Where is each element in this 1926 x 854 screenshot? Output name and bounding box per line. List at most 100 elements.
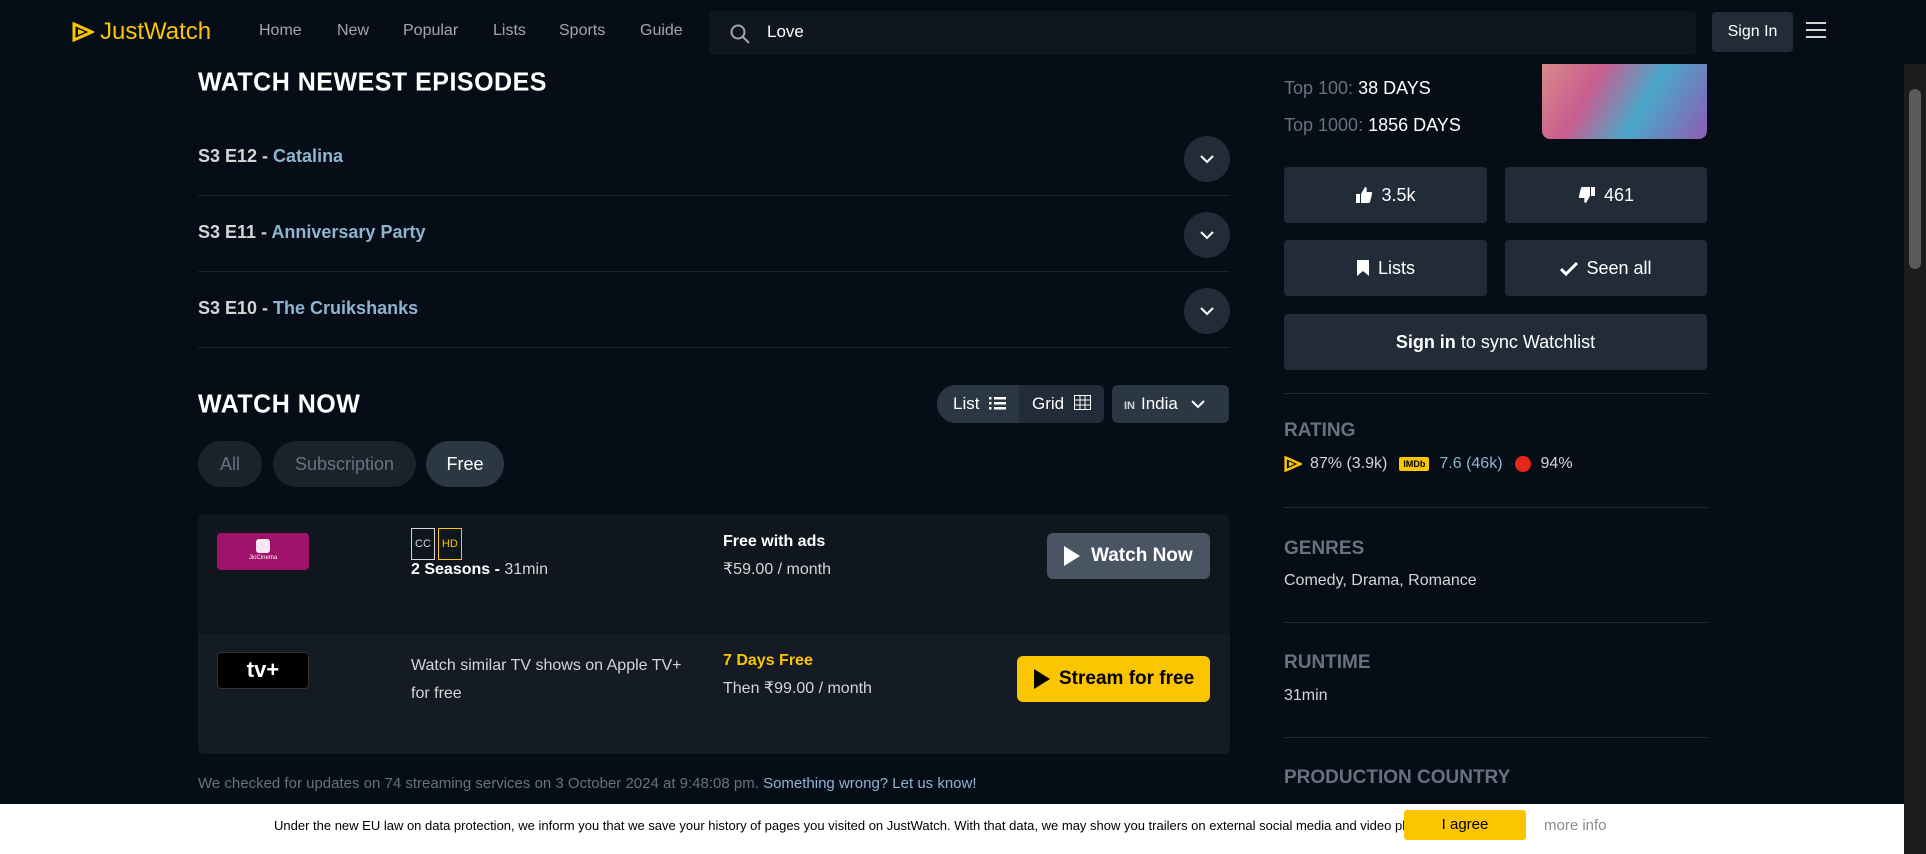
offers-list: JioCinema CC HD 2 Seasons - 31min Free wi…: [198, 514, 1230, 754]
nav-link-new[interactable]: New: [337, 22, 369, 40]
cookie-consent-bar: Under the new EU law on data protection,…: [0, 804, 1904, 854]
price-value: Then ₹99.00 / month: [723, 680, 872, 697]
episode-title[interactable]: The Cruikshanks: [273, 298, 418, 318]
watch-now-button[interactable]: Watch Now: [1047, 533, 1210, 579]
divider: [1284, 393, 1707, 394]
cookie-message: Under the new EU law on data protection,…: [274, 818, 1453, 833]
offer-price: 7 Days Free Then ₹99.00 / month: [723, 647, 872, 703]
list-icon: [989, 397, 1007, 410]
watch-now-heading: WATCH NOW: [198, 389, 361, 419]
lists-button[interactable]: Lists: [1284, 240, 1487, 296]
top-navbar: JustWatch Home New Popular Lists Sports …: [0, 0, 1926, 64]
episode-code: S3 E10 -: [198, 298, 274, 318]
genres-heading: GENRES: [1284, 538, 1365, 559]
justwatch-play-icon: [72, 21, 94, 43]
filter-free[interactable]: Free: [426, 441, 504, 487]
chevron-down-icon: [1200, 231, 1214, 240]
episode-row[interactable]: S3 E10 - The Cruikshanks: [198, 272, 1230, 348]
dislike-button[interactable]: 461: [1505, 167, 1707, 223]
tomatometer-rating: 94%: [1540, 455, 1573, 472]
chevron-down-icon: [1190, 400, 1205, 409]
watch-now-label: Watch Now: [1091, 545, 1193, 566]
justwatch-rating-icon: [1284, 455, 1302, 473]
nav-link-lists[interactable]: Lists: [493, 22, 526, 40]
episode-code: S3 E12 -: [198, 146, 274, 166]
justwatch-logo[interactable]: JustWatch: [72, 18, 211, 46]
checkmark-icon: [1560, 261, 1579, 277]
price-title: 7 Days Free: [723, 652, 813, 669]
top100-rank: Top 100: 38 DAYS: [1284, 78, 1431, 99]
thumbs-down-icon: [1578, 187, 1595, 203]
episode-code: S3 E11 -: [198, 222, 272, 242]
imdb-icon: IMDb: [1399, 457, 1430, 471]
apple-tv-plus-logo[interactable]: tv+: [217, 652, 309, 689]
jiocinema-logo[interactable]: JioCinema: [217, 533, 309, 570]
show-poster[interactable]: [1542, 64, 1707, 139]
country-selector[interactable]: IN India: [1112, 385, 1229, 423]
offer-desc-line2: for free: [411, 685, 462, 702]
stream-for-free-label: Stream for free: [1059, 668, 1195, 689]
episode-title[interactable]: Catalina: [273, 146, 343, 166]
grid-icon: [1073, 395, 1091, 410]
nav-link-sports[interactable]: Sports: [559, 22, 605, 40]
filter-subscription[interactable]: Subscription: [273, 441, 416, 487]
price-value: ₹59.00 / month: [723, 561, 832, 578]
episode-row[interactable]: S3 E11 - Anniversary Party: [198, 196, 1230, 272]
production-country-heading: PRODUCTION COUNTRY: [1284, 767, 1511, 788]
episode-expand-button[interactable]: [1184, 212, 1230, 258]
list-view-label: List: [953, 394, 980, 413]
runtime-heading: RUNTIME: [1284, 652, 1371, 673]
seasons-count: 2 Seasons -: [411, 561, 500, 578]
nav-link-home[interactable]: Home: [259, 22, 302, 40]
search-input[interactable]: Love: [709, 11, 1696, 55]
page-scrollbar[interactable]: [1904, 64, 1926, 854]
grid-view-label: Grid: [1032, 394, 1065, 413]
nav-link-popular[interactable]: Popular: [403, 22, 458, 40]
sync-watchlist-text: to sync Watchlist: [1455, 332, 1596, 352]
filter-all[interactable]: All: [198, 441, 262, 487]
search-value[interactable]: Love: [767, 22, 804, 42]
cookie-agree-button[interactable]: I agree: [1404, 810, 1526, 840]
newest-episodes-heading: WATCH NEWEST EPISODES: [198, 67, 547, 97]
offer-description: Watch similar TV shows on Apple TV+ for …: [411, 652, 681, 708]
episode-title[interactable]: Anniversary Party: [271, 222, 425, 242]
likes-count: 3.5k: [1381, 185, 1416, 205]
play-icon: [1064, 546, 1080, 566]
tomato-icon: [1514, 456, 1531, 472]
imdb-rating[interactable]: 7.6 (46k): [1439, 455, 1502, 473]
episode-expand-button[interactable]: [1184, 288, 1230, 334]
divider: [1284, 737, 1707, 738]
view-toggle: List Grid: [937, 385, 1104, 423]
lists-label: Lists: [1377, 258, 1415, 278]
seen-all-button[interactable]: Seen all: [1505, 240, 1707, 296]
episode-expand-button[interactable]: [1184, 136, 1230, 182]
like-button[interactable]: 3.5k: [1284, 167, 1487, 223]
chevron-down-icon: [1200, 155, 1214, 164]
rating-heading: RATING: [1284, 420, 1356, 441]
top1000-value: 1856 DAYS: [1368, 115, 1461, 135]
scrollbar-thumb[interactable]: [1909, 89, 1921, 269]
play-icon: [1034, 669, 1050, 689]
nav-link-guide[interactable]: Guide: [640, 22, 683, 40]
rating-row: 87% (3.9k) IMDb 7.6 (46k) 94%: [1284, 455, 1573, 473]
genres-value: Comedy, Drama, Romance: [1284, 572, 1477, 589]
stream-for-free-button[interactable]: Stream for free: [1017, 656, 1210, 702]
grid-view-button[interactable]: Grid: [1019, 385, 1104, 423]
sign-in-sync-watchlist-button[interactable]: Sign in to sync Watchlist: [1284, 314, 1707, 370]
hamburger-menu-icon[interactable]: [1806, 22, 1826, 40]
price-title: Free with ads: [723, 533, 826, 550]
country-name: India: [1141, 394, 1178, 413]
offer-price: Free with ads ₹59.00 / month: [723, 528, 831, 584]
provider-label: tv+: [246, 657, 280, 682]
divider: [1284, 507, 1707, 508]
sign-in-button[interactable]: Sign In: [1712, 12, 1793, 52]
report-problem-link[interactable]: Something wrong? Let us know!: [763, 775, 976, 792]
runtime-value: 31min: [1284, 687, 1328, 704]
cookie-more-info-link[interactable]: more info: [1544, 817, 1607, 834]
list-view-button[interactable]: List: [937, 385, 1019, 423]
divider: [1284, 622, 1707, 623]
dislikes-count: 461: [1603, 185, 1635, 205]
episode-row[interactable]: S3 E12 - Catalina: [198, 120, 1230, 196]
country-code: IN: [1124, 400, 1135, 412]
top100-value: 38 DAYS: [1358, 78, 1431, 98]
